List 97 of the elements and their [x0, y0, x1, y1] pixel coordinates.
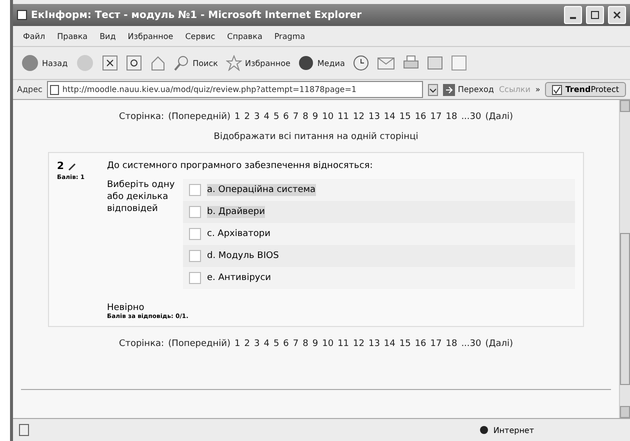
- minimize-button[interactable]: [564, 6, 582, 24]
- page-link[interactable]: 10: [322, 339, 334, 349]
- stop-icon[interactable]: [102, 55, 118, 71]
- question-text: До системного програмного забезпечення відносяться:: [107, 161, 374, 171]
- media-button[interactable]: Медиа: [298, 55, 345, 71]
- page-link[interactable]: 10: [322, 112, 334, 122]
- browser-icon: [17, 10, 27, 20]
- maximize-button[interactable]: [586, 6, 604, 24]
- page-link[interactable]: 16: [414, 339, 426, 349]
- option-label: b. Драйвери: [207, 206, 265, 218]
- page-link[interactable]: 9: [312, 112, 318, 122]
- page-link[interactable]: 6: [283, 112, 289, 122]
- go-button[interactable]: Переход: [442, 84, 494, 96]
- refresh-icon[interactable]: [126, 55, 142, 71]
- search-icon: [174, 55, 190, 71]
- checkbox[interactable]: [189, 272, 201, 284]
- address-label: Адрес: [17, 85, 42, 94]
- back-button[interactable]: Назад: [21, 54, 68, 72]
- trendprotect-button[interactable]: TrendProtect: [545, 82, 626, 97]
- question-number: 2: [57, 161, 64, 172]
- checkbox[interactable]: [189, 184, 201, 196]
- page-link[interactable]: 2: [244, 112, 250, 122]
- option-label: d. Модуль BIOS: [207, 250, 279, 262]
- answer-prompt: Виберіть одну або декілька відповідей: [107, 179, 176, 216]
- page-link[interactable]: 12: [353, 339, 364, 349]
- more-button[interactable]: »: [535, 85, 540, 94]
- page-link[interactable]: 13: [368, 339, 380, 349]
- page-link[interactable]: (Попередній): [168, 112, 230, 122]
- result-text: Невірно: [107, 303, 146, 313]
- close-button[interactable]: [608, 6, 626, 24]
- history-icon[interactable]: [352, 55, 369, 71]
- menu-item[interactable]: Вид: [100, 32, 116, 40]
- page-link[interactable]: 18: [446, 112, 458, 122]
- page-link[interactable]: 4: [264, 112, 270, 122]
- page-link[interactable]: (Далі): [485, 112, 514, 122]
- page-link[interactable]: 15: [399, 112, 411, 122]
- page-link[interactable]: 9: [312, 339, 318, 349]
- menu-item[interactable]: Правка: [57, 32, 88, 40]
- checkbox[interactable]: [189, 250, 201, 262]
- page-link[interactable]: 3: [254, 112, 260, 122]
- page-link[interactable]: 1: [234, 339, 240, 349]
- page-link[interactable]: 14: [384, 112, 396, 122]
- favorites-button[interactable]: Избранное: [226, 55, 290, 71]
- show-all-link[interactable]: Відображати всі питання на одній сторінці: [214, 132, 418, 142]
- search-button[interactable]: Поиск: [174, 55, 218, 71]
- page-link[interactable]: 7: [292, 339, 299, 349]
- close-icon: [613, 11, 621, 19]
- zone-label: Интернет: [493, 426, 534, 434]
- menu-item[interactable]: Сервис: [185, 32, 216, 40]
- page-link[interactable]: 18: [446, 339, 458, 349]
- page-link[interactable]: 17: [430, 112, 442, 122]
- option-label: e. Антивіруси: [207, 272, 272, 284]
- option-label: a. Операційна система: [207, 184, 316, 196]
- page-link[interactable]: 16: [414, 112, 426, 122]
- page-link[interactable]: 11: [338, 339, 350, 349]
- page-link[interactable]: 6: [283, 339, 289, 349]
- menu-item[interactable]: Справка: [227, 32, 262, 40]
- page-link[interactable]: (Попередній): [168, 339, 230, 349]
- star-icon: [226, 55, 242, 71]
- page-link[interactable]: 1: [234, 112, 240, 122]
- printer-icon[interactable]: [402, 55, 419, 71]
- checkmark-icon: [552, 84, 562, 94]
- window-title: ЕкІнформ: Тест - модуль №1 - Microsoft Internet Explorer: [31, 10, 363, 20]
- page-link[interactable]: 7: [292, 112, 299, 122]
- address-field[interactable]: http://moodle.nauu.kiev.ua/mod/quiz/review.php?attempt=11878page=1: [47, 81, 423, 98]
- page-link[interactable]: 4: [264, 339, 270, 349]
- page-link[interactable]: 11: [338, 112, 350, 122]
- arrow-icon: [442, 84, 455, 96]
- dropdown-icon[interactable]: [428, 84, 438, 96]
- page-link[interactable]: 5: [273, 339, 280, 349]
- pencil-icon[interactable]: [68, 162, 76, 170]
- page-icon: [19, 424, 29, 436]
- page-link[interactable]: 8: [302, 112, 308, 122]
- page-link[interactable]: 12: [353, 112, 364, 122]
- page-link[interactable]: ...30: [461, 112, 482, 122]
- page-link[interactable]: 15: [399, 339, 411, 349]
- page-link[interactable]: 3: [254, 339, 260, 349]
- page-link[interactable]: ...30: [461, 339, 482, 349]
- page-link[interactable]: (Далі): [485, 339, 514, 349]
- page-link[interactable]: 17: [430, 339, 442, 349]
- checkbox[interactable]: [189, 228, 201, 240]
- page-icon: [50, 84, 60, 94]
- home-icon[interactable]: [150, 55, 166, 71]
- checkbox[interactable]: [189, 206, 201, 218]
- maximize-icon: [591, 11, 599, 19]
- mail-icon[interactable]: [376, 56, 395, 70]
- pager-label: Сторінка:: [118, 339, 164, 349]
- page-link[interactable]: 14: [384, 339, 396, 349]
- page-link[interactable]: 2: [244, 339, 250, 349]
- page-link[interactable]: 8: [302, 339, 308, 349]
- menu-item[interactable]: Избранное: [128, 32, 174, 40]
- page-link[interactable]: 5: [273, 112, 280, 122]
- option-label: c. Архіватори: [207, 228, 270, 240]
- menu-item[interactable]: Файл: [23, 32, 46, 40]
- page-link[interactable]: 13: [368, 112, 380, 122]
- menu-item[interactable]: Pragma: [274, 32, 306, 40]
- pager-label: Сторінка:: [118, 112, 164, 122]
